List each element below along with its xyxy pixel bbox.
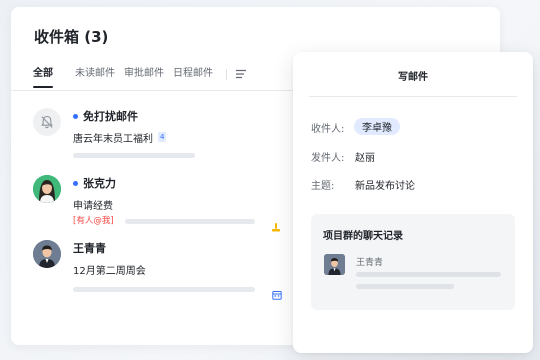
tab-all[interactable]: 全部 bbox=[33, 67, 53, 88]
mail-preview-placeholder bbox=[73, 153, 195, 158]
tab-calendar[interactable]: 日程邮件 bbox=[173, 67, 213, 81]
unread-dot bbox=[73, 113, 78, 119]
mail-sender: 免打扰邮件 bbox=[83, 110, 138, 123]
mail-preview-placeholder bbox=[125, 219, 255, 224]
mail-sender: 王青青 bbox=[73, 242, 106, 255]
mail-subject: 12月第二周周会 bbox=[73, 265, 146, 277]
to-label: 收件人: bbox=[311, 124, 345, 135]
compose-title: 写邮件 bbox=[398, 72, 428, 83]
from-value: 赵丽 bbox=[355, 153, 375, 164]
recipient-chip[interactable]: 李卓豫 bbox=[354, 118, 400, 135]
avatar-man bbox=[324, 254, 345, 275]
inbox-title: 收件箱 (3) bbox=[34, 28, 109, 46]
tab-divider bbox=[226, 68, 227, 80]
mail-subject: 唐云年末员工福利 bbox=[73, 133, 153, 145]
subject-label: 主题: bbox=[311, 181, 335, 192]
mail-count-badge: 4 bbox=[158, 132, 167, 142]
chat-message-placeholder bbox=[356, 284, 454, 289]
unread-dot bbox=[73, 180, 78, 186]
compose-panel: 写邮件 收件人: 李卓豫 发件人: 赵丽 主题: 新品发布讨论 项目群的聊天记录… bbox=[293, 52, 533, 353]
tab-approval[interactable]: 审批邮件 bbox=[124, 67, 164, 81]
chat-message-placeholder bbox=[356, 272, 501, 277]
chat-sender-name: 王青青 bbox=[356, 258, 384, 268]
chat-record-card[interactable]: 项目群的聊天记录 王青青 bbox=[311, 214, 515, 310]
from-label: 发件人: bbox=[311, 153, 345, 164]
avatar-woman bbox=[33, 175, 61, 203]
mention-tag: [有人@我] bbox=[73, 216, 114, 226]
mail-subject: 申请经费 bbox=[73, 200, 113, 212]
compose-divider bbox=[309, 96, 517, 97]
hand-icon bbox=[271, 217, 281, 232]
mail-preview-placeholder bbox=[73, 287, 255, 292]
tab-unread[interactable]: 未读邮件 bbox=[75, 67, 115, 81]
avatar-man bbox=[33, 240, 61, 268]
filter-icon[interactable] bbox=[235, 67, 249, 81]
mail-sender: 张克力 bbox=[83, 177, 116, 190]
chat-record-title: 项目群的聊天记录 bbox=[323, 231, 403, 242]
inbox-tabs: 全部 未读邮件 审批邮件 日程邮件 bbox=[33, 64, 249, 88]
bell-off-icon bbox=[33, 108, 61, 136]
subject-input[interactable]: 新品发布讨论 bbox=[355, 177, 415, 192]
calendar-icon bbox=[272, 285, 282, 300]
